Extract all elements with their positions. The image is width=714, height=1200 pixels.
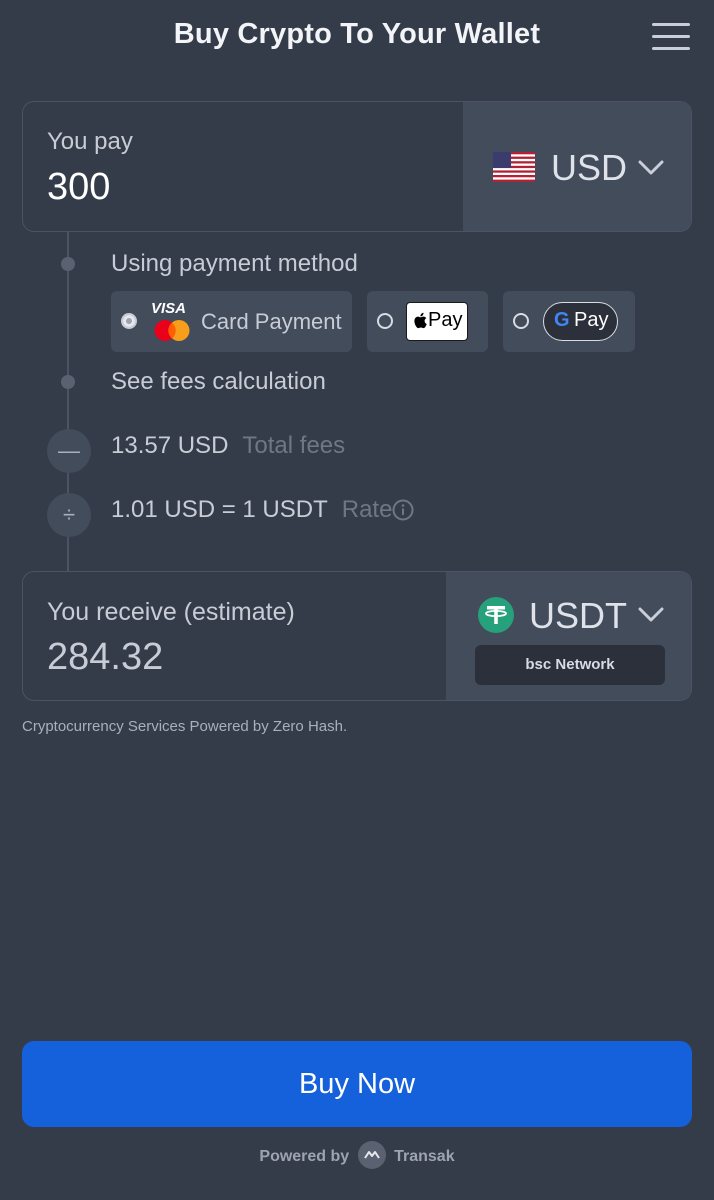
mastercard-logo [154, 320, 190, 341]
rate-value: 1.01 USD = 1 USDT [111, 496, 328, 523]
minus-icon: — [47, 429, 91, 473]
powered-by-footer: Powered by Transak [0, 1141, 714, 1171]
payment-option-google-pay[interactable]: G Pay [503, 291, 635, 352]
tether-icon [478, 597, 514, 633]
google-pay-radio[interactable] [513, 313, 529, 329]
crypto-currency-select[interactable]: USDT bsc Network [446, 572, 691, 700]
pay-label: You pay [47, 128, 133, 155]
payment-method-heading: Using payment method [111, 250, 358, 277]
receive-amount-box: You receive (estimate) 284.32 USDT bsc N… [22, 571, 692, 701]
card-payment-label: Card Payment [201, 309, 342, 334]
receive-amount-value: 284.32 [47, 636, 164, 678]
apple-pay-badge: Pay [406, 302, 468, 341]
card-radio[interactable] [121, 313, 137, 329]
total-fees-value: 13.57 USD [111, 432, 229, 459]
payment-option-card[interactable]: VISA Card Payment [111, 291, 352, 352]
visa-logo: VISA [151, 300, 187, 317]
total-fees-row: 13.57 USD Total fees [111, 432, 345, 460]
us-flag-icon [493, 152, 535, 182]
google-pay-label: Pay [574, 309, 609, 331]
rate-label: Rate [341, 496, 393, 523]
apple-pay-radio[interactable] [377, 313, 393, 329]
transak-logo-icon [357, 1141, 386, 1169]
fiat-currency-select[interactable]: USD [463, 102, 691, 231]
timeline-dot [61, 257, 75, 271]
zero-hash-disclaimer: Cryptocurrency Services Powered by Zero … [22, 718, 348, 735]
pay-amount-input[interactable] [47, 166, 427, 209]
see-fees-link[interactable]: See fees calculation [111, 368, 326, 396]
visa-mastercard-icon: VISA [151, 300, 193, 342]
hamburger-menu-icon[interactable] [652, 23, 690, 51]
payment-option-apple-pay[interactable]: Pay [367, 291, 488, 352]
chevron-down-icon [638, 607, 664, 622]
google-g-icon: G [554, 309, 570, 331]
fiat-currency-code: USD [551, 147, 628, 188]
pay-amount-section: You pay [23, 102, 463, 231]
divide-icon: ÷ [47, 493, 91, 537]
chevron-down-icon [638, 160, 664, 175]
rate-row: 1.01 USD = 1 USDT Rate [111, 496, 392, 524]
apple-pay-label: Pay [428, 309, 463, 331]
page-title: Buy Crypto To Your Wallet [173, 18, 541, 50]
powered-by-label: Powered by [259, 1148, 350, 1165]
google-pay-badge: G Pay [543, 302, 618, 341]
total-fees-label: Total fees [242, 432, 346, 459]
crypto-currency-code: USDT [529, 595, 627, 636]
pay-amount-box: You pay USD [22, 101, 692, 232]
buy-now-button[interactable]: Buy Now [22, 1041, 692, 1127]
timeline-dot [61, 375, 75, 389]
transak-brand-label: Transak [394, 1148, 455, 1165]
receive-label: You receive (estimate) [47, 598, 295, 626]
apple-icon [414, 312, 427, 329]
info-icon[interactable] [392, 499, 414, 521]
header: Buy Crypto To Your Wallet [0, 0, 714, 76]
network-badge[interactable]: bsc Network [475, 645, 665, 685]
